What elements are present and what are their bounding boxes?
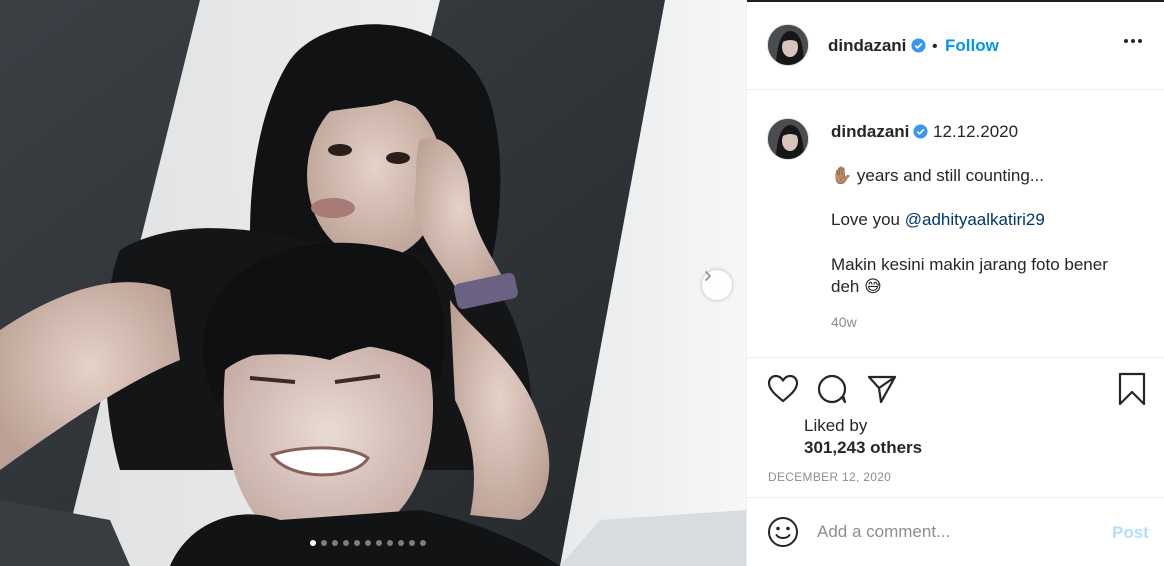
caption-username[interactable]: dindazani bbox=[831, 122, 909, 142]
raised-hand-emoji: ✋🏽 bbox=[831, 166, 853, 185]
next-photo-button[interactable] bbox=[702, 270, 732, 300]
caption-line-1: ✋🏽 years and still counting... bbox=[831, 166, 1044, 186]
comment-box: Post bbox=[747, 498, 1164, 566]
caption-avatar[interactable] bbox=[767, 118, 809, 160]
liked-by-label: Liked by bbox=[804, 416, 868, 435]
caption-line-4: deh 😅 bbox=[831, 277, 882, 297]
carousel-dot bbox=[354, 540, 360, 546]
avatar[interactable] bbox=[767, 24, 809, 66]
carousel-dot bbox=[310, 540, 316, 546]
caption-text-2: Love you bbox=[831, 210, 905, 229]
post-date: DECEMBER 12, 2020 bbox=[768, 470, 892, 484]
carousel-dot bbox=[321, 540, 327, 546]
carousel-dot bbox=[332, 540, 338, 546]
caption-section: dindazani 12.12.2020 ✋🏽 years and still … bbox=[747, 90, 1164, 358]
carousel-dot bbox=[376, 540, 382, 546]
verified-badge-icon bbox=[913, 124, 928, 139]
carousel-dot bbox=[398, 540, 404, 546]
likes-count[interactable]: 301,243 others bbox=[804, 438, 922, 458]
carousel-dot bbox=[343, 540, 349, 546]
follow-button[interactable]: Follow bbox=[945, 36, 999, 56]
avatar-image bbox=[768, 25, 808, 65]
carousel-dot bbox=[409, 540, 415, 546]
comment-input[interactable] bbox=[817, 520, 1097, 544]
smiley-icon[interactable] bbox=[767, 516, 799, 548]
chevron-right-icon bbox=[705, 271, 712, 281]
carousel-dots bbox=[310, 540, 426, 546]
avatar-image bbox=[768, 119, 808, 159]
mention-link[interactable]: @adhityaalkatiri29 bbox=[905, 210, 1045, 229]
caption-text-1: years and still counting... bbox=[856, 166, 1045, 185]
caption-text-4: deh bbox=[831, 277, 860, 296]
separator-dot: • bbox=[932, 38, 938, 55]
actions-section: Liked by 301,243 others DECEMBER 12, 202… bbox=[747, 358, 1164, 498]
heart-icon[interactable] bbox=[767, 374, 799, 404]
post-header: dindazani • Follow bbox=[747, 2, 1164, 90]
post-photo[interactable] bbox=[0, 0, 746, 566]
post-side-panel: dindazani • Follow dindazani 12.12.2020 … bbox=[746, 0, 1164, 566]
bookmark-icon[interactable] bbox=[1118, 372, 1146, 406]
post-age[interactable]: 40w bbox=[831, 314, 857, 330]
caption-line-2: Love you @adhityaalkatiri29 bbox=[831, 210, 1045, 230]
sweat-smile-emoji: 😅 bbox=[864, 277, 882, 296]
comment-icon[interactable] bbox=[816, 373, 848, 405]
post-comment-button[interactable]: Post bbox=[1112, 523, 1149, 543]
caption-line-3: Makin kesini makin jarang foto bener bbox=[831, 255, 1108, 274]
carousel-dot bbox=[387, 540, 393, 546]
share-icon[interactable] bbox=[866, 373, 898, 405]
caption-date: 12.12.2020 bbox=[933, 122, 1019, 141]
more-options-icon[interactable] bbox=[1124, 39, 1142, 43]
carousel-dot bbox=[420, 540, 426, 546]
verified-badge-icon bbox=[911, 38, 926, 53]
photo-illustration bbox=[0, 0, 746, 566]
carousel-dot bbox=[365, 540, 371, 546]
username-link[interactable]: dindazani bbox=[828, 36, 906, 56]
